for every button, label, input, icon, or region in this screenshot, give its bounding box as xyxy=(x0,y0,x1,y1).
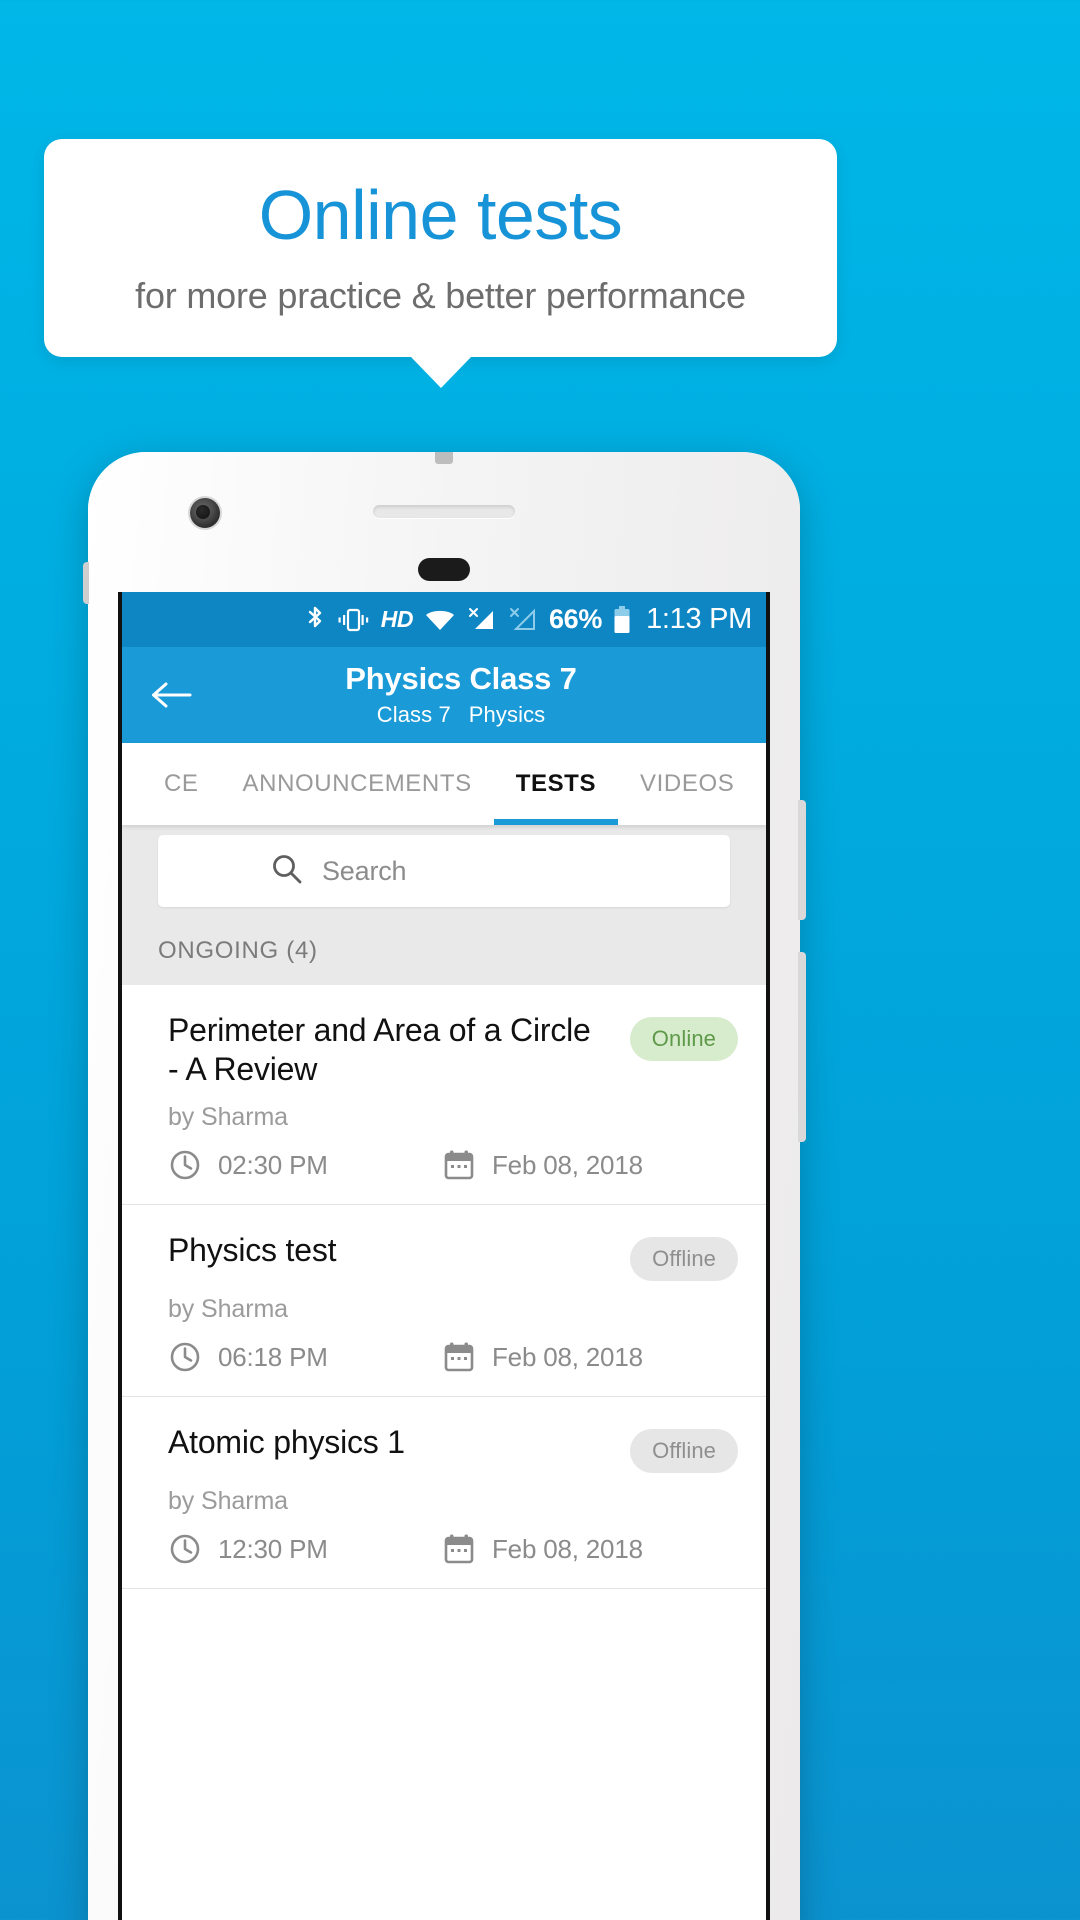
test-date: Feb 08, 2018 xyxy=(442,1340,643,1374)
status-badge: Offline xyxy=(630,1237,738,1282)
test-meta-row: 12:30 PM Feb 08, 2018 xyxy=(168,1532,738,1566)
power-button[interactable] xyxy=(798,952,806,1142)
tab-videos[interactable]: VIDEOS xyxy=(618,743,756,825)
test-title: Physics test xyxy=(168,1232,337,1269)
phone-antenna-notch xyxy=(435,452,453,464)
test-time-text: 06:18 PM xyxy=(218,1341,328,1372)
front-camera xyxy=(190,498,220,528)
status-bar-time: 1:13 PM xyxy=(646,603,752,635)
wifi-icon xyxy=(424,607,456,633)
promo-subtitle: for more practice & better performance xyxy=(135,274,746,316)
tab-ce[interactable]: CE xyxy=(122,743,221,825)
test-date-text: Feb 08, 2018 xyxy=(492,1149,643,1180)
vibrate-icon xyxy=(336,606,370,634)
test-date-text: Feb 08, 2018 xyxy=(492,1341,643,1372)
test-list-item[interactable]: Atomic physics 1 Offline by Sharma 12:30… xyxy=(122,1397,766,1590)
proximity-sensor xyxy=(418,558,470,581)
bluetooth-icon xyxy=(305,605,325,635)
search-input[interactable]: Search xyxy=(158,835,730,907)
test-time: 02:30 PM xyxy=(168,1148,442,1182)
tab-bar: CE ANNOUNCEMENTS TESTS VIDEOS xyxy=(122,743,766,825)
test-meta-row: 06:18 PM Feb 08, 2018 xyxy=(168,1340,738,1374)
test-date-text: Feb 08, 2018 xyxy=(492,1533,643,1564)
status-badge: Offline xyxy=(630,1429,738,1474)
tests-list: Perimeter and Area of a Circle - A Revie… xyxy=(122,985,766,1590)
test-meta-row: 02:30 PM Feb 08, 2018 xyxy=(168,1148,738,1182)
search-placeholder: Search xyxy=(322,855,407,886)
back-arrow-icon[interactable] xyxy=(148,672,194,718)
signal-no-service-icon xyxy=(508,606,538,634)
test-time: 06:18 PM xyxy=(168,1340,442,1374)
status-badge: Online xyxy=(629,1017,738,1061)
test-date: Feb 08, 2018 xyxy=(442,1148,643,1182)
card-header-row: Physics test Offline xyxy=(168,1231,738,1282)
test-author: by Sharma xyxy=(168,1487,288,1516)
app-bar-titles: Physics Class 7 Class 7 Physics xyxy=(122,662,766,727)
test-time: 12:30 PM xyxy=(168,1532,442,1566)
status-bar: HD 66% 1:13 PM xyxy=(122,592,766,647)
test-date: Feb 08, 2018 xyxy=(442,1532,643,1566)
breadcrumb-class: Class 7 xyxy=(376,701,451,727)
breadcrumb-subject: Physics xyxy=(468,701,546,727)
tab-tests[interactable]: TESTS xyxy=(493,743,619,825)
promo-title: Online tests xyxy=(258,176,623,255)
test-author: by Sharma xyxy=(168,1103,288,1132)
camera-lens xyxy=(196,505,210,519)
calendar-icon xyxy=(442,1148,476,1182)
card-header-row: Atomic physics 1 Offline xyxy=(168,1423,738,1474)
calendar-icon xyxy=(442,1340,476,1374)
hd-label: HD xyxy=(380,606,414,632)
phone-screen: HD 66% 1:13 PM Physics Class 7 Class 7 P… xyxy=(118,592,770,1920)
clock-icon xyxy=(168,1340,202,1374)
test-author: by Sharma xyxy=(168,1295,288,1324)
search-container: Search xyxy=(122,825,766,919)
promo-bubble: Online tests for more practice & better … xyxy=(44,139,837,357)
tab-announcements[interactable]: ANNOUNCEMENTS xyxy=(221,743,494,825)
clock-icon xyxy=(168,1532,202,1566)
test-title: Perimeter and Area of a Circle - A Revie… xyxy=(168,1012,591,1088)
page-title: Physics Class 7 xyxy=(345,661,577,697)
volume-button[interactable] xyxy=(798,800,806,920)
test-title: Atomic physics 1 xyxy=(168,1424,405,1461)
section-header-ongoing: ONGOING (4) xyxy=(122,919,766,985)
phone-left-nub xyxy=(83,562,89,604)
battery-icon xyxy=(613,605,631,635)
earpiece-speaker xyxy=(373,505,515,518)
clock-icon xyxy=(168,1148,202,1182)
signal-no-sim-icon xyxy=(467,606,497,634)
calendar-icon xyxy=(442,1532,476,1566)
card-header-row: Perimeter and Area of a Circle - A Revie… xyxy=(168,1011,738,1089)
breadcrumb: Class 7 Physics xyxy=(156,702,766,728)
battery-percent: 66% xyxy=(548,604,603,634)
promo-bubble-tail xyxy=(410,356,472,388)
test-list-item[interactable]: Perimeter and Area of a Circle - A Revie… xyxy=(122,985,766,1206)
test-time-text: 12:30 PM xyxy=(218,1533,328,1564)
search-icon xyxy=(270,852,304,891)
test-time-text: 02:30 PM xyxy=(218,1149,328,1180)
test-list-item[interactable]: Physics test Offline by Sharma 06:18 PM xyxy=(122,1205,766,1398)
app-bar: Physics Class 7 Class 7 Physics xyxy=(122,647,766,743)
